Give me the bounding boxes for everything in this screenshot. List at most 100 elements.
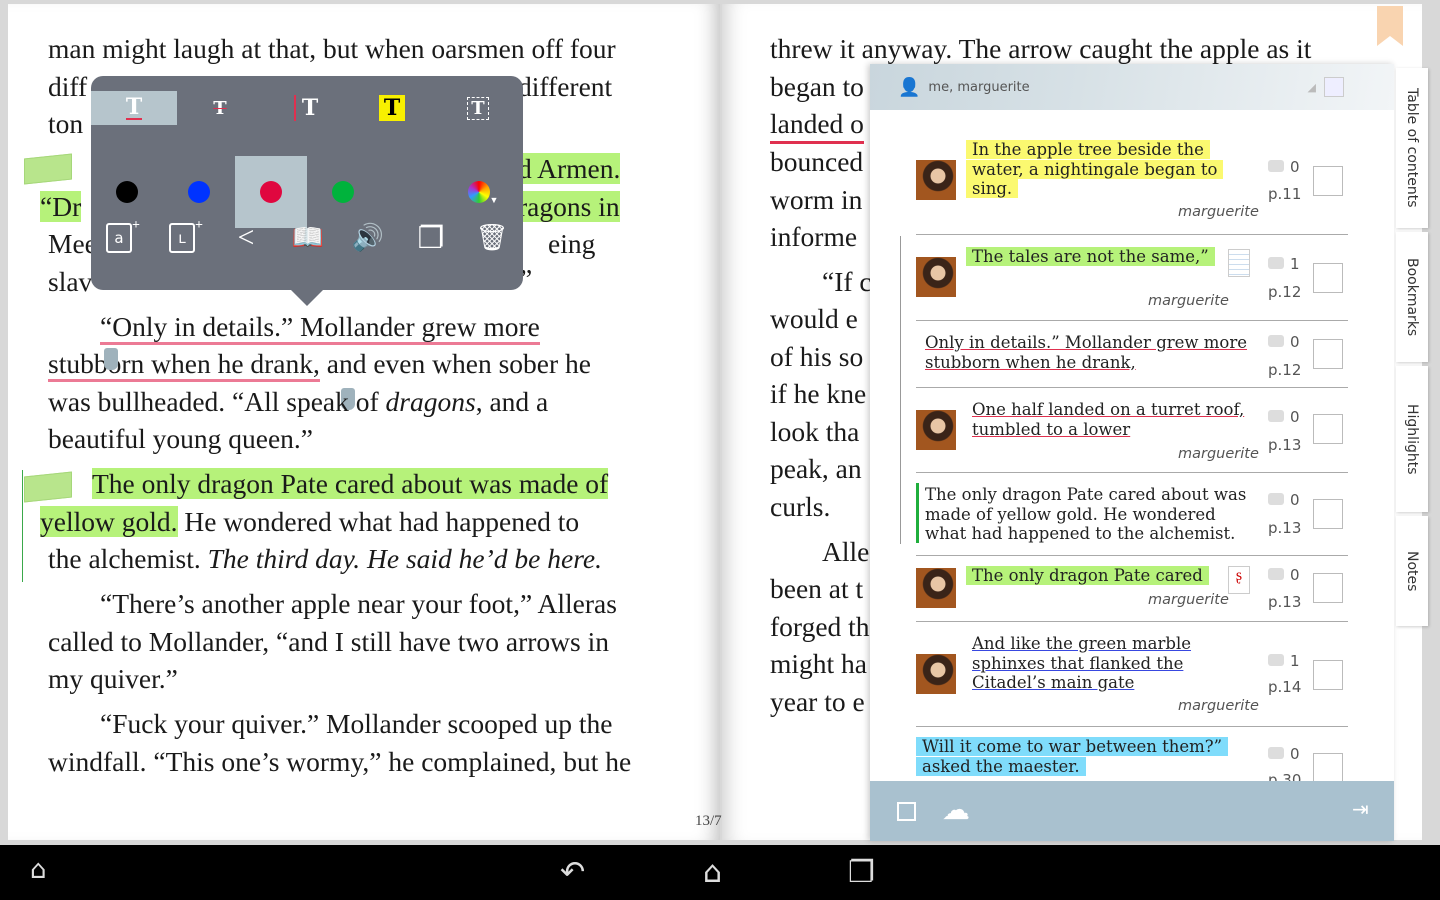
annotation-text: 1 [1290, 255, 1300, 273]
copy-icon[interactable]: ❐ [406, 218, 456, 258]
annotation-text: The only dragon Pate cared [966, 566, 1209, 585]
select-all-checkbox[interactable] [1324, 77, 1344, 97]
annotation-text: 0 [1290, 408, 1300, 426]
text-line: “Fuck your quiver.” Mollander scooped up… [100, 708, 613, 739]
strikethrough-style-button[interactable]: T [177, 91, 263, 125]
annotation-entry[interactable]: The only dragon Pate cared ʂ marguerite … [916, 555, 1348, 621]
sort-triangle-icon[interactable]: ◢ [1308, 81, 1316, 94]
text-line: might ha [770, 648, 868, 679]
margin-bar-style-button[interactable]: T [263, 91, 349, 125]
annotation-text: 0 [1268, 333, 1300, 351]
text-line: the alchemist. [48, 543, 208, 574]
speaker-icon[interactable]: 🔊 [343, 218, 393, 258]
annotation-text: what had happened to the alchemist. [925, 524, 1236, 543]
annotation-text: Only in details.” Mollander grew more [925, 333, 1248, 352]
selection-start-handle[interactable] [104, 348, 118, 370]
annotation-text: The only dragon Pate cared about was [925, 485, 1247, 504]
add-text-note-icon[interactable]: a + [98, 218, 148, 258]
avatar [916, 568, 956, 608]
highlight-text[interactable]: d Armen. [518, 153, 621, 184]
text-line: man might laugh at that, but when oarsme… [48, 33, 616, 64]
highlight-text[interactable]: “Dr [40, 191, 82, 222]
users-icon: 👤 [898, 76, 921, 98]
entry-checkbox[interactable] [1313, 573, 1343, 603]
entry-checkbox[interactable] [1313, 660, 1343, 690]
lookup-book-icon[interactable]: 📖 [283, 218, 333, 258]
text-line: beautiful young queen.” [48, 423, 313, 454]
box-icon: T [467, 96, 489, 120]
text-line: slav [48, 266, 93, 297]
annotation-entry[interactable]: Only in details.” Mollander grew more stu… [916, 320, 1348, 387]
avatar [916, 410, 956, 450]
tab-highlights[interactable]: Highlights [1396, 366, 1428, 512]
underline-style-button[interactable]: T [91, 91, 177, 125]
page-ref: p.13 [1268, 593, 1302, 611]
text-line: landed o [770, 107, 864, 144]
text-line: “There’s another apple near your foot,” … [100, 588, 617, 619]
annotation-text: 0 [1268, 745, 1300, 763]
text-line: would e [770, 303, 858, 334]
entry-checkbox[interactable] [1313, 339, 1343, 369]
note-flag-icon[interactable] [24, 153, 72, 185]
entry-checkbox[interactable] [1313, 499, 1343, 529]
annotation-text: 0 [1290, 333, 1300, 351]
text-note-icon[interactable] [1228, 249, 1250, 277]
entry-checkbox[interactable] [1313, 166, 1343, 196]
box-style-button[interactable]: T [435, 91, 521, 125]
panel-footer: ☁ ⇥ [870, 781, 1394, 841]
share-icon[interactable]: < [221, 218, 271, 258]
annotation-text: tumbled to a lower [972, 419, 1131, 439]
cloud-sync-icon[interactable]: ☁ [942, 793, 970, 826]
entry-checkbox[interactable] [1313, 263, 1343, 293]
page-ref: p.11 [1268, 185, 1302, 203]
note-flag-icon[interactable] [24, 471, 72, 503]
author: marguerite [1148, 592, 1229, 608]
page-ref: p.13 [1268, 519, 1302, 537]
text-line: “If c [822, 266, 872, 297]
comment-icon [1268, 654, 1284, 666]
entry-checkbox[interactable] [1313, 414, 1343, 444]
close-panel-icon[interactable]: ⇥ [1352, 797, 1369, 821]
select-checkbox[interactable] [897, 802, 916, 821]
add-drawing-note-icon[interactable]: ʟ + [161, 218, 211, 258]
annotation-text: Will it come to war between them?” [916, 737, 1229, 756]
entry-checkbox[interactable] [1313, 753, 1343, 781]
annotation-text: The only dragon Pate cared about was made… [919, 485, 1252, 544]
annotation-text: made of yellow gold. He wondered [925, 504, 1216, 524]
annotation-text: One half landed on a turret roof, [972, 400, 1245, 419]
annotation-text: 1 [1268, 652, 1300, 670]
trash-icon[interactable]: 🗑 [467, 218, 517, 258]
author: marguerite [1178, 446, 1259, 462]
annotation-text: 0 [1290, 566, 1300, 584]
annotation-entry[interactable]: The tales are not the same,” marguerite … [916, 234, 1348, 320]
text-italic: The third day. He said he’d be here. [207, 543, 602, 574]
highlight-style-button[interactable]: T [349, 91, 435, 125]
annotation-entry[interactable]: In the apple tree beside the water, a nig… [916, 130, 1348, 234]
text-line: threw it anyway. The arrow caught the ap… [770, 33, 1312, 64]
annotation-text: 0 [1268, 408, 1300, 426]
annotation-entry[interactable]: The only dragon Pate cared about was made… [916, 472, 1348, 555]
highlight-text[interactable]: The only dragon Pate cared about was mad… [92, 468, 609, 499]
selected-text[interactable]: “Only in details.” Mollander grew more [100, 311, 540, 345]
margin-bar-icon: T [293, 95, 318, 121]
page-ref: p.12 [1268, 283, 1302, 301]
home-icon[interactable]: ⌂ [703, 855, 722, 890]
drawing-note-icon[interactable]: ʂ [1228, 566, 1250, 594]
annotation-entry[interactable]: Will it come to war between them?” asked … [916, 726, 1348, 781]
highlight-text[interactable]: yellow gold. [40, 506, 178, 537]
collapse-icon[interactable]: ⌂ [30, 855, 47, 885]
tab-bookmarks[interactable]: Bookmarks [1396, 232, 1428, 362]
tab-table-of-contents[interactable]: Table of contents [1396, 68, 1428, 228]
comment-icon [1268, 410, 1284, 422]
selected-text[interactable]: stubborn when he drank, [48, 348, 320, 382]
recent-apps-icon[interactable]: ❐ [848, 855, 875, 890]
annotation-popup: T T T T T ▼ a + ʟ + < 📖 🔊 ❐ 🗑 [91, 76, 523, 306]
back-icon[interactable]: ↶ [560, 855, 585, 890]
annotation-entry[interactable]: And like the green marble sphinxes that f… [916, 621, 1348, 726]
user-filter-label[interactable]: me, marguerite [928, 80, 1029, 95]
text-line: eing [548, 228, 596, 259]
comment-icon [1268, 160, 1284, 172]
annotation-entry[interactable]: One half landed on a turret roof, tumbled… [916, 387, 1348, 472]
tab-notes[interactable]: Notes [1396, 516, 1428, 626]
highlight-text[interactable]: ragons in [518, 191, 620, 222]
